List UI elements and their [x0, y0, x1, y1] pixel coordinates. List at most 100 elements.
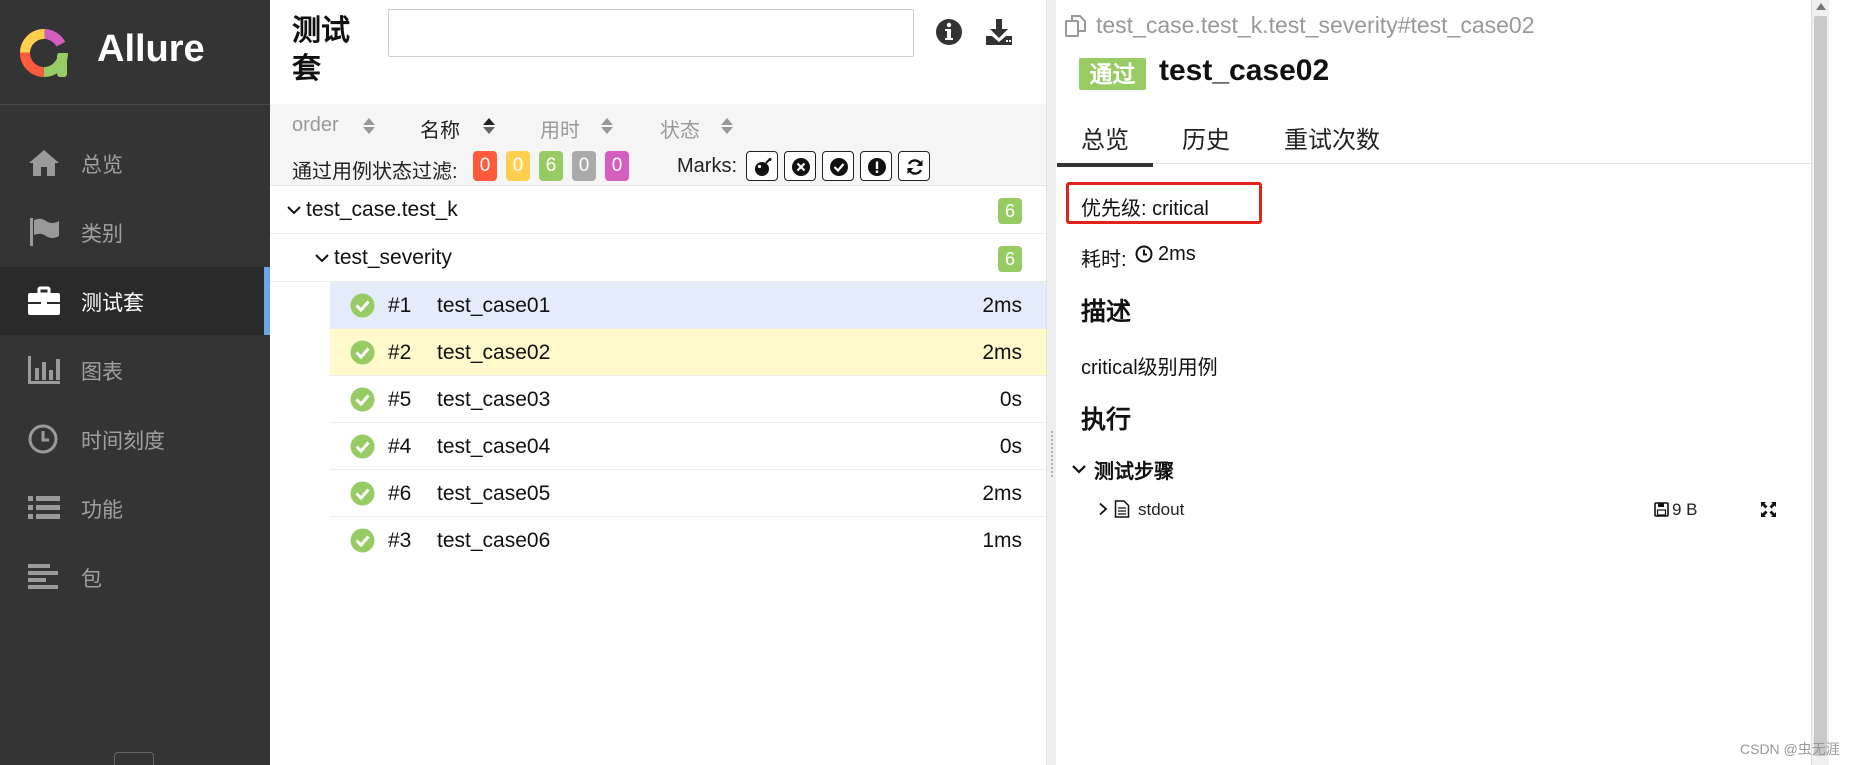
- sort-icon[interactable]: [720, 115, 734, 137]
- sidebar-item-label: 测试套: [81, 292, 144, 315]
- sidebar-item-suites[interactable]: 测试套: [0, 267, 270, 335]
- passed-status-icon: [350, 434, 375, 459]
- filter-badge-unknown[interactable]: 0: [605, 151, 629, 181]
- test-case-order: #4: [388, 435, 412, 458]
- sort-column-order[interactable]: order: [292, 114, 339, 137]
- expand-icon[interactable]: [1760, 501, 1777, 518]
- test-steps-heading[interactable]: 测试步骤: [1094, 455, 1174, 484]
- sort-icon[interactable]: [362, 115, 376, 137]
- chevron-down-icon[interactable]: [1071, 461, 1087, 477]
- sidebar-item-categories[interactable]: 类别: [0, 198, 270, 266]
- passed-status-icon: [350, 528, 375, 553]
- passed-status-icon: [350, 293, 375, 318]
- passed-status-icon: [350, 387, 375, 412]
- home-icon: [29, 150, 59, 176]
- brand-name: Allure: [97, 28, 205, 70]
- mark-new-passed-button[interactable]: [822, 151, 854, 181]
- vertical-scrollbar[interactable]: [1811, 0, 1829, 765]
- sidebar-item-timeline[interactable]: 时间刻度: [0, 405, 270, 473]
- sidebar-item-label: 类别: [81, 223, 123, 246]
- test-case-row-selected[interactable]: #2 test_case02 2ms: [330, 329, 1046, 376]
- test-case-duration: 0s: [999, 388, 1022, 411]
- duration-value: 2ms: [1158, 243, 1196, 265]
- sidebar-item-label: 图表: [81, 361, 123, 384]
- sidebar-item-packages[interactable]: 包: [0, 543, 270, 611]
- filter-badge-failed[interactable]: 0: [473, 151, 497, 181]
- scroll-up-icon[interactable]: [1816, 3, 1826, 10]
- test-case-row[interactable]: #5 test_case03 0s: [330, 376, 1046, 423]
- test-case-duration: 2ms: [982, 482, 1022, 505]
- mark-new-failed-button[interactable]: [784, 151, 816, 181]
- file-icon: [1114, 500, 1130, 518]
- allure-report-window: Allure 总览 类别 测试套 图表 时间刻度 功能 包 测试套 order …: [0, 0, 1853, 765]
- sort-bar: order 名称 用时 状态: [270, 104, 1046, 149]
- filter-badge-broken[interactable]: 0: [506, 151, 530, 181]
- check-circle-icon: [830, 158, 848, 176]
- suite-group-row[interactable]: test_case.test_k 6: [270, 186, 1046, 234]
- scroll-thumb[interactable]: [1814, 16, 1827, 756]
- test-case-order: #5: [388, 388, 412, 411]
- status-badge: 通过: [1079, 58, 1146, 90]
- sort-icon[interactable]: [600, 115, 614, 137]
- bar-chart-icon: [28, 356, 60, 384]
- filter-badge-skipped[interactable]: 0: [572, 151, 596, 181]
- test-case-duration: 2ms: [982, 294, 1022, 317]
- test-case-duration: 0s: [999, 435, 1022, 458]
- list-icon: [28, 496, 60, 519]
- sidebar-collapse-button[interactable]: [114, 752, 154, 765]
- test-case-name: test_case01: [437, 294, 551, 317]
- info-icon[interactable]: [934, 17, 964, 47]
- priority-label: 优先级: critical: [1081, 198, 1209, 220]
- test-case-duration: 1ms: [982, 529, 1022, 552]
- test-case-name: test_case03: [437, 388, 551, 411]
- sidebar-item-behaviors[interactable]: 功能: [0, 474, 270, 542]
- allure-logo-icon: [20, 29, 68, 77]
- copy-icon[interactable]: [1064, 14, 1088, 38]
- mark-flaky-button[interactable]: [746, 151, 778, 181]
- test-case-row[interactable]: #6 test_case05 2ms: [330, 470, 1046, 517]
- test-case-name: test_case02: [437, 341, 551, 364]
- test-case-row[interactable]: #4 test_case04 0s: [330, 423, 1046, 470]
- clock-icon: [1135, 245, 1153, 263]
- test-case-row[interactable]: #3 test_case06 1ms: [330, 517, 1046, 564]
- splitter-grip-icon[interactable]: [1050, 430, 1054, 478]
- attachment-size: 9 B: [1672, 500, 1698, 519]
- page-title: 测试套: [292, 15, 351, 85]
- marks-label: Marks:: [677, 155, 737, 177]
- test-case-order: #6: [388, 482, 412, 505]
- mark-retries-button[interactable]: [898, 151, 930, 181]
- search-input[interactable]: [388, 9, 914, 57]
- sidebar-item-label: 时间刻度: [81, 430, 165, 453]
- passed-status-icon: [350, 340, 375, 365]
- tab-overview[interactable]: 总览: [1057, 120, 1153, 167]
- test-case-detail-pane: test_case.test_k.test_severity#test_case…: [1056, 0, 1811, 765]
- sidebar-item-overview[interactable]: 总览: [0, 129, 270, 197]
- description-heading: 描述: [1081, 298, 1132, 326]
- brand[interactable]: Allure: [0, 0, 270, 105]
- tab-history[interactable]: 历史: [1182, 120, 1230, 155]
- test-case-name: test_case06: [437, 529, 551, 552]
- pane-splitter[interactable]: [1046, 0, 1056, 765]
- filter-badge-passed[interactable]: 6: [539, 151, 563, 181]
- subsuite-group-row[interactable]: test_severity 6: [270, 234, 1046, 282]
- test-case-name: test_case05: [437, 482, 551, 505]
- sidebar-item-label: 包: [81, 568, 102, 591]
- download-icon[interactable]: [984, 17, 1014, 47]
- sidebar-item-label: 总览: [81, 154, 123, 177]
- chevron-right-icon: [1099, 502, 1108, 516]
- subsuite-name: test_severity: [334, 246, 452, 269]
- attachment-row[interactable]: stdout 9 B: [1096, 496, 1786, 524]
- sort-column-duration[interactable]: 用时: [540, 114, 580, 143]
- sort-column-name[interactable]: 名称: [420, 114, 460, 143]
- mark-new-broken-button[interactable]: [860, 151, 892, 181]
- suite-name: test_case.test_k: [306, 198, 458, 221]
- test-case-title: test_case02: [1159, 54, 1330, 87]
- sidebar-item-graphs[interactable]: 图表: [0, 336, 270, 404]
- tab-retries[interactable]: 重试次数: [1284, 120, 1380, 155]
- suites-pane: 测试套 order 名称 用时 状态 通过用例状态过滤: 0 0 6 0 0 M…: [270, 0, 1046, 765]
- sidebar-item-label: 功能: [81, 499, 123, 522]
- breadcrumb: test_case.test_k.test_severity#test_case…: [1096, 12, 1535, 38]
- sort-column-status[interactable]: 状态: [660, 114, 700, 143]
- test-case-row[interactable]: #1 test_case01 2ms: [330, 282, 1046, 329]
- sort-icon[interactable]: [482, 115, 496, 137]
